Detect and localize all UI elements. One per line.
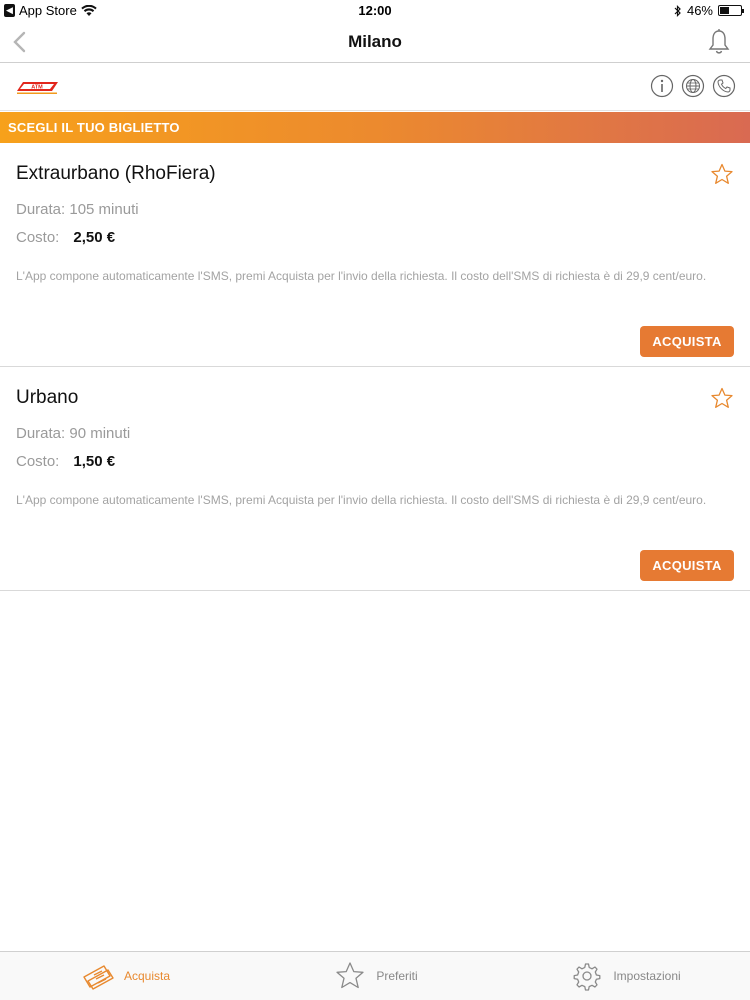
ticket-note: L'App compone automaticamente l'SMS, pre… bbox=[16, 493, 707, 507]
tickets-icon bbox=[83, 965, 114, 990]
ticket-title: Urbano bbox=[16, 387, 79, 408]
bell-icon[interactable] bbox=[706, 28, 732, 56]
screen: ◀ App Store 12:00 46% Milano ATM SCEGLI … bbox=[0, 0, 750, 1000]
ticket-duration: Durata: 105 minuti bbox=[16, 201, 139, 218]
tab-acquista-label: Acquista bbox=[123, 969, 171, 983]
ticket-card: Urbano Durata: 90 minuti Costo: 1,50 € L'… bbox=[0, 367, 750, 591]
star-icon[interactable] bbox=[710, 163, 734, 185]
ticket-cost-value: 1,50 € bbox=[73, 453, 116, 470]
ticket-cost-label: Costo: bbox=[16, 229, 60, 246]
navigation-bar: Milano bbox=[0, 22, 750, 63]
globe-icon[interactable] bbox=[681, 74, 705, 98]
ticket-cost-value: 2,50 € bbox=[73, 229, 116, 246]
ticket-title: Extraurbano (RhoFiera) bbox=[16, 163, 216, 184]
atm-logo: ATM bbox=[17, 82, 58, 94]
battery-icon bbox=[718, 5, 744, 16]
acquista-button[interactable]: ACQUISTA bbox=[640, 550, 734, 581]
status-right: 46% bbox=[674, 3, 744, 18]
battery-percent: 46% bbox=[686, 3, 713, 18]
ticket-cost: Costo: 1,50 € bbox=[16, 453, 115, 470]
star-icon bbox=[336, 962, 364, 989]
ticket-note: L'App compone automaticamente l'SMS, pre… bbox=[16, 269, 707, 283]
status-time: 12:00 bbox=[358, 3, 392, 18]
tab-impostazioni-label: Impostazioni bbox=[613, 969, 681, 983]
ticket-duration: Durata: 90 minuti bbox=[16, 425, 131, 442]
section-banner: SCEGLI IL TUO BIGLIETTO bbox=[0, 112, 750, 143]
tab-acquista[interactable]: Acquista bbox=[0, 952, 250, 1000]
tab-preferiti-label: Preferiti bbox=[376, 969, 418, 983]
tab-preferiti[interactable]: Preferiti bbox=[250, 952, 500, 1000]
header-icons bbox=[650, 74, 736, 98]
star-icon[interactable] bbox=[710, 387, 734, 409]
ticket-cost: Costo: 2,50 € bbox=[16, 229, 115, 246]
operator-header: ATM bbox=[0, 64, 750, 111]
svg-text:ATM: ATM bbox=[31, 85, 43, 91]
ticket-cost-label: Costo: bbox=[16, 453, 60, 470]
battery-level bbox=[720, 7, 729, 14]
status-bar: ◀ App Store 12:00 46% bbox=[0, 0, 750, 22]
gear-icon bbox=[573, 963, 601, 991]
page-title: Milano bbox=[348, 32, 402, 51]
ticket-card: Extraurbano (RhoFiera) Durata: 105 minut… bbox=[0, 143, 750, 367]
tab-impostazioni[interactable]: Impostazioni bbox=[500, 952, 750, 1000]
info-icon[interactable] bbox=[650, 74, 674, 98]
bluetooth-icon bbox=[674, 4, 681, 17]
acquista-button[interactable]: ACQUISTA bbox=[640, 326, 734, 357]
phone-icon[interactable] bbox=[712, 74, 736, 98]
tab-bar: Acquista Preferiti Impostazioni bbox=[0, 951, 750, 1000]
